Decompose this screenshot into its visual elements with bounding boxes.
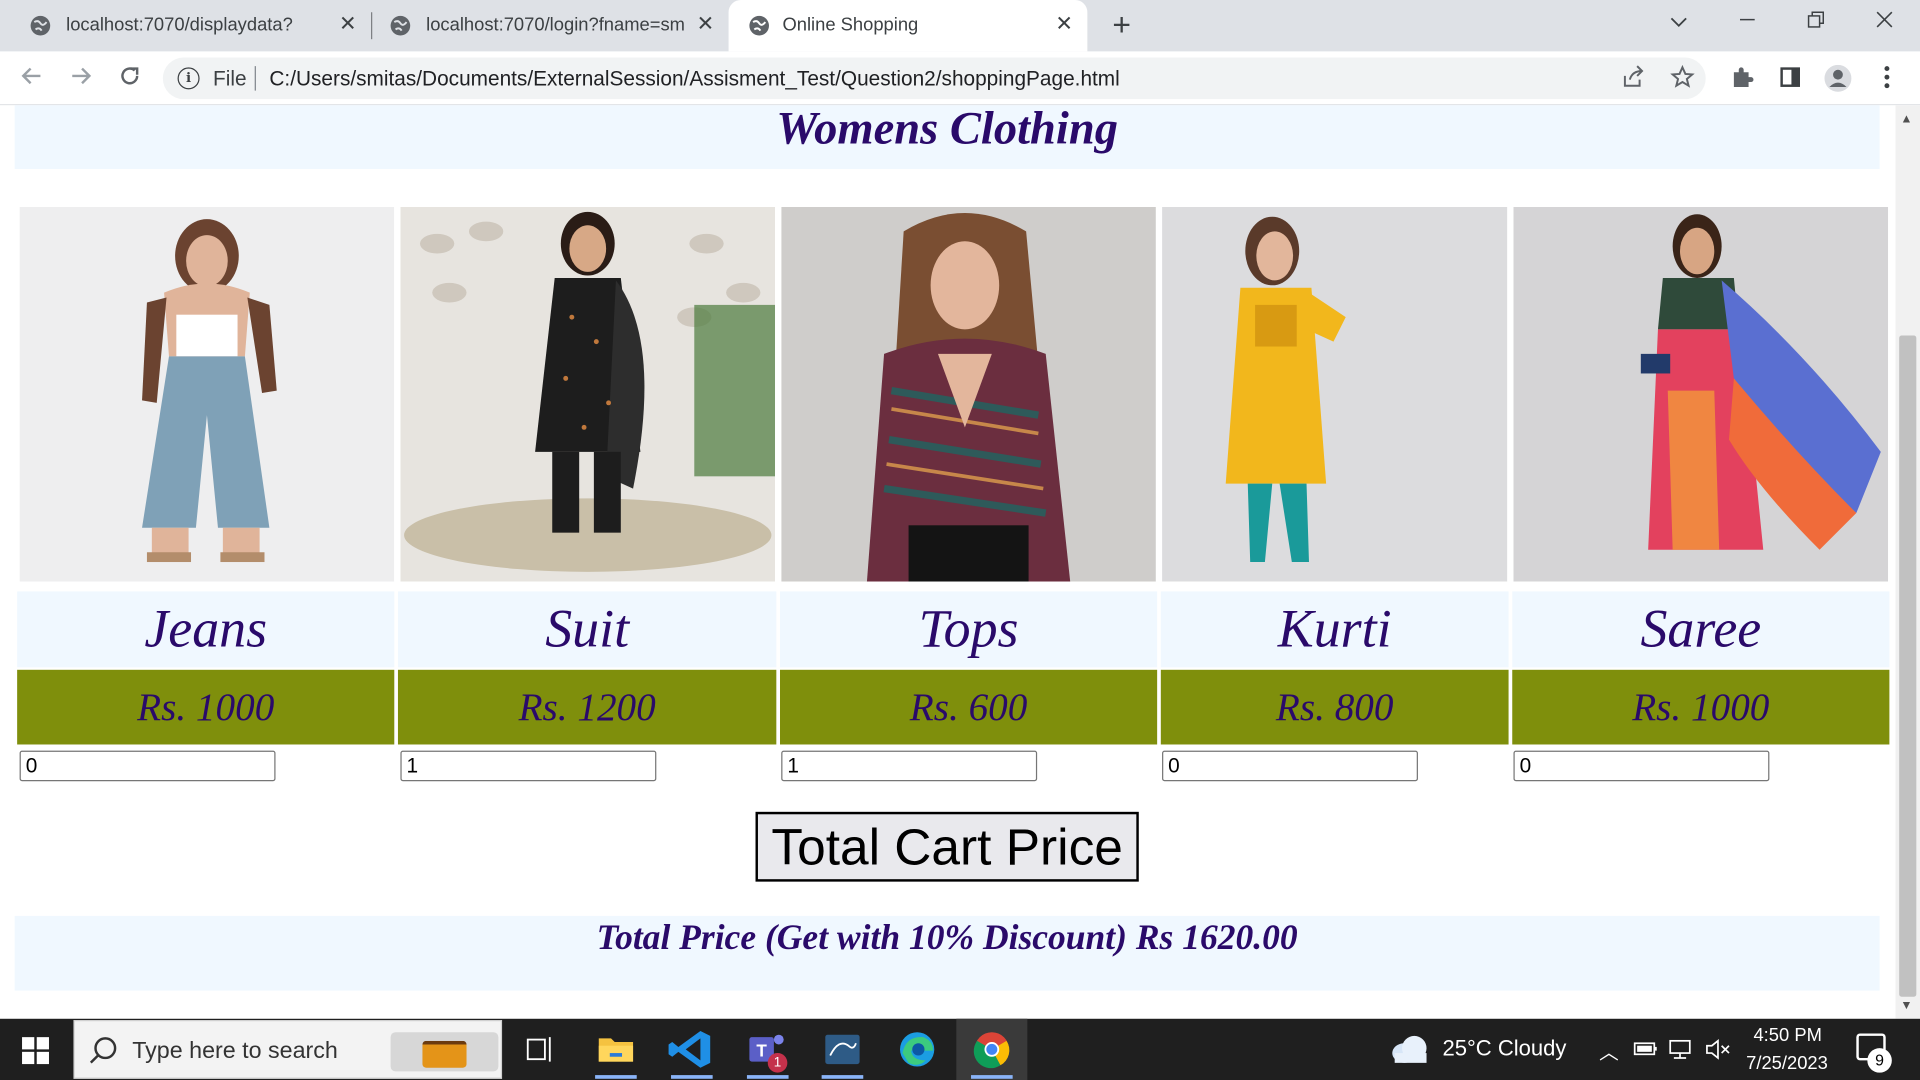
chrome-menu-icon[interactable] [1873, 65, 1900, 92]
globe-icon [30, 15, 51, 36]
running-indicator [821, 1075, 864, 1079]
saree-quantity-input[interactable] [1513, 750, 1770, 782]
close-tab-icon[interactable]: ✕ [336, 12, 360, 36]
windows-start-icon[interactable] [22, 1037, 49, 1065]
extensions-puzzle-icon[interactable] [1729, 65, 1756, 92]
show-hidden-icons-chevron-icon[interactable]: ︿ [1599, 1036, 1619, 1065]
saree-product-image [1513, 206, 1889, 582]
teams-icon[interactable]: T 1 [732, 1019, 803, 1080]
product-price: Rs. 800 [1160, 669, 1509, 745]
search-icon [94, 1037, 117, 1060]
product-name: Saree [1512, 591, 1890, 668]
kurti-quantity-input[interactable] [1162, 750, 1418, 782]
page-title: Womens Clothing [776, 105, 1119, 155]
total-price-text: Total Price (Get with 10% Discount) Rs 1… [596, 918, 1298, 958]
tab-title: Online Shopping [782, 14, 919, 36]
scrollbar-thumb[interactable] [1899, 335, 1917, 997]
svg-text:T: T [756, 1041, 767, 1061]
forward-arrow-icon[interactable] [66, 64, 95, 93]
product-price: Rs. 1000 [1512, 669, 1890, 745]
clock-date[interactable]: 7/25/2023 [1746, 1053, 1828, 1074]
product-price: Rs. 600 [780, 669, 1158, 745]
tops-quantity-input[interactable] [781, 750, 1038, 782]
network-icon[interactable] [1668, 1038, 1695, 1060]
product-name: Suit [397, 591, 777, 668]
suit-product-image [400, 206, 776, 582]
close-window-icon[interactable] [1866, 7, 1903, 39]
browser-tab-strip: localhost:7070/displaydata? ✕ localhost:… [0, 0, 1920, 52]
profile-avatar-icon[interactable] [1824, 64, 1852, 92]
globe-icon [749, 15, 769, 36]
cloud-weather-icon[interactable] [1390, 1031, 1429, 1068]
back-arrow-icon[interactable] [17, 64, 46, 93]
volume-muted-icon[interactable] [1704, 1038, 1731, 1060]
tab-title: localhost:7070/displaydata? [66, 14, 293, 36]
site-info-icon[interactable]: i [177, 67, 200, 90]
product-name: Kurti [1160, 591, 1509, 668]
search-placeholder: Type here to search [132, 1038, 338, 1065]
windows-taskbar: Type here to search T 1 25°C Cloudy ︿ 4:… [0, 1018, 1920, 1080]
minimize-icon[interactable] [1729, 7, 1766, 39]
share-icon[interactable] [1620, 65, 1647, 92]
tab-title: localhost:7070/login?fname=smit [426, 14, 686, 36]
task-view-icon[interactable] [504, 1019, 575, 1080]
product-price: Rs. 1200 [397, 669, 777, 745]
vertical-scrollbar[interactable]: ▲ ▼ [1895, 105, 1920, 1019]
vscode-icon[interactable] [656, 1019, 727, 1080]
weather-text[interactable]: 25°C Cloudy [1442, 1036, 1566, 1062]
clock-time[interactable]: 4:50 PM [1753, 1025, 1821, 1046]
file-explorer-icon[interactable] [580, 1019, 651, 1080]
kurti-product-image [1162, 206, 1508, 582]
scheme-label: File [213, 67, 247, 91]
taskbar-search-box[interactable]: Type here to search [73, 1020, 503, 1079]
teams-badge: 1 [767, 1053, 788, 1073]
close-tab-icon[interactable]: ✕ [693, 12, 717, 36]
browser-tab[interactable]: localhost:7070/login?fname=smit ✕ [360, 0, 727, 51]
jeans-product-image [19, 206, 395, 582]
heading-band: Womens Clothing [14, 105, 1880, 169]
total-band: Total Price (Get with 10% Discount) Rs 1… [14, 915, 1880, 991]
url-text[interactable]: C:/Users/smitas/Documents/ExternalSessio… [269, 67, 1119, 91]
side-panel-icon[interactable] [1777, 65, 1804, 92]
close-tab-icon[interactable]: ✕ [1052, 12, 1076, 36]
total-cart-price-button[interactable]: Total Cart Price [755, 811, 1139, 882]
jeans-quantity-input[interactable] [19, 750, 276, 782]
product-name: Jeans [17, 591, 395, 668]
browser-tab[interactable]: localhost:7070/displaydata? ✕ [0, 0, 371, 51]
restore-icon[interactable] [1798, 7, 1835, 39]
reload-icon[interactable] [115, 64, 144, 93]
mysql-workbench-icon[interactable] [807, 1019, 878, 1080]
running-indicator [671, 1075, 713, 1079]
chrome-icon[interactable] [956, 1018, 1028, 1080]
address-bar[interactable]: i File C:/Users/smitas/Documents/Externa… [162, 57, 1706, 100]
edge-icon[interactable] [882, 1019, 953, 1080]
tab-search-chevron-icon[interactable] [1660, 7, 1697, 39]
new-tab-button[interactable]: + [1106, 9, 1138, 41]
product-name: Tops [780, 591, 1158, 668]
omnibox-separator [254, 66, 256, 91]
running-indicator [746, 1075, 789, 1079]
page-viewport: Womens Clothing Jeans Suit Tops Kurti Sa… [0, 105, 1920, 1019]
search-highlight-icon[interactable] [390, 1032, 499, 1072]
notification-count-badge: 9 [1867, 1048, 1892, 1073]
scroll-down-arrow-icon[interactable]: ▼ [1900, 999, 1912, 1012]
browser-tab-active[interactable]: Online Shopping ✕ [728, 0, 1088, 52]
running-indicator [971, 1075, 1013, 1079]
browser-toolbar: i File C:/Users/smitas/Documents/Externa… [0, 51, 1920, 106]
tops-product-image [781, 206, 1156, 582]
product-price: Rs. 1000 [17, 669, 395, 745]
battery-icon[interactable] [1633, 1038, 1657, 1058]
bookmark-star-icon[interactable] [1669, 64, 1696, 92]
running-indicator [595, 1075, 637, 1079]
suit-quantity-input[interactable] [400, 750, 657, 782]
globe-icon [390, 15, 411, 36]
scroll-up-arrow-icon[interactable]: ▲ [1900, 113, 1912, 126]
